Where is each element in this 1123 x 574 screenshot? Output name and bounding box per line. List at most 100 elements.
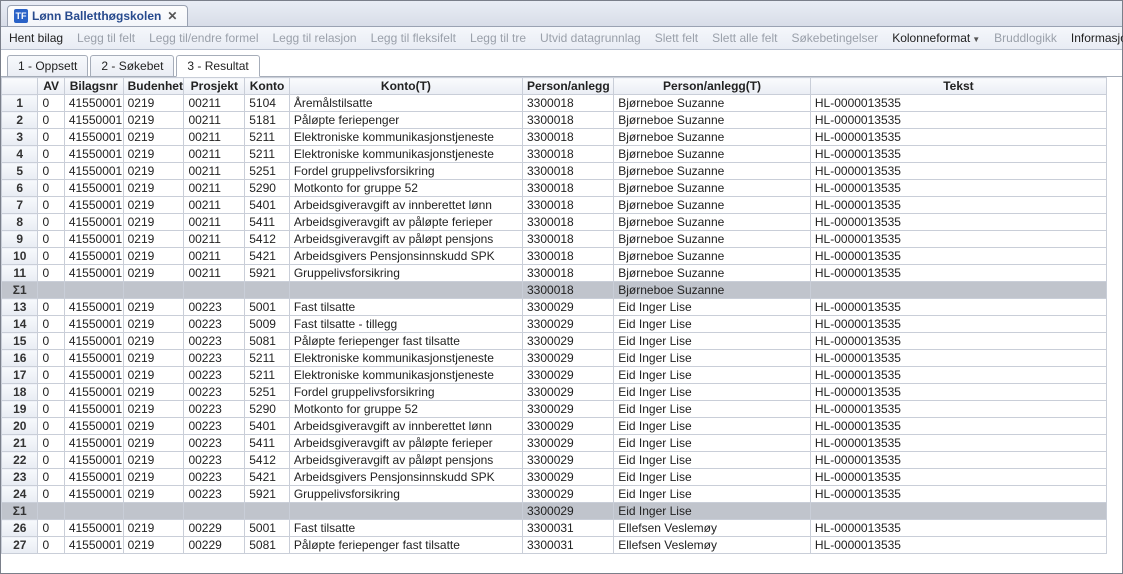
cell[interactable]: Elektroniske kommunikasjonstjeneste bbox=[289, 350, 522, 367]
cell[interactable]: Gruppelivsforsikring bbox=[289, 486, 522, 503]
table-row[interactable]: 230415500010219002235421Arbeidsgivers Pe… bbox=[2, 469, 1107, 486]
cell[interactable]: Fast tilsatte - tillegg bbox=[289, 316, 522, 333]
table-row[interactable]: 60415500010219002115290Motkonto for grup… bbox=[2, 180, 1107, 197]
cell[interactable] bbox=[64, 282, 123, 299]
cell[interactable]: 0 bbox=[38, 384, 64, 401]
cell[interactable]: 3300018 bbox=[523, 163, 614, 180]
view-tab[interactable]: 3 - Resultat bbox=[176, 55, 259, 77]
cell[interactable]: 0219 bbox=[123, 95, 184, 112]
cell[interactable]: 3300031 bbox=[523, 520, 614, 537]
cell[interactable]: 41550001 bbox=[64, 197, 123, 214]
cell[interactable]: 5009 bbox=[245, 316, 290, 333]
cell[interactable]: 3300029 bbox=[523, 299, 614, 316]
row-header[interactable]: 13 bbox=[2, 299, 38, 316]
cell[interactable]: HL-0000013535 bbox=[810, 333, 1106, 350]
cell[interactable]: 3300018 bbox=[523, 146, 614, 163]
cell[interactable]: 3300029 bbox=[523, 384, 614, 401]
cell[interactable]: HL-0000013535 bbox=[810, 452, 1106, 469]
cell[interactable]: Arbeidsgivers Pensjonsinnskudd SPK bbox=[289, 248, 522, 265]
cell[interactable]: 0219 bbox=[123, 520, 184, 537]
cell[interactable]: 3300018 bbox=[523, 129, 614, 146]
cell[interactable]: 3300029 bbox=[523, 418, 614, 435]
cell[interactable]: 3300018 bbox=[523, 282, 614, 299]
cell[interactable]: 00229 bbox=[184, 537, 245, 554]
toolbar-button[interactable]: Kolonneformat▼ bbox=[892, 31, 980, 45]
cell[interactable]: 0 bbox=[38, 418, 64, 435]
table-row[interactable]: 20415500010219002115181Påløpte feriepeng… bbox=[2, 112, 1107, 129]
cell[interactable]: 0 bbox=[38, 350, 64, 367]
cell[interactable]: 5290 bbox=[245, 401, 290, 418]
cell[interactable]: 41550001 bbox=[64, 214, 123, 231]
row-header[interactable]: 15 bbox=[2, 333, 38, 350]
cell[interactable]: 0 bbox=[38, 401, 64, 418]
cell[interactable]: 0219 bbox=[123, 486, 184, 503]
cell[interactable]: 41550001 bbox=[64, 520, 123, 537]
cell[interactable]: 5211 bbox=[245, 367, 290, 384]
cell[interactable]: 0 bbox=[38, 163, 64, 180]
cell[interactable]: 0 bbox=[38, 486, 64, 503]
cell[interactable]: 5290 bbox=[245, 180, 290, 197]
row-header[interactable]: 27 bbox=[2, 537, 38, 554]
cell[interactable] bbox=[289, 282, 522, 299]
table-row[interactable]: 170415500010219002235211Elektroniske kom… bbox=[2, 367, 1107, 384]
cell[interactable] bbox=[123, 503, 184, 520]
cell[interactable]: 00211 bbox=[184, 180, 245, 197]
row-header[interactable]: 20 bbox=[2, 418, 38, 435]
cell[interactable]: HL-0000013535 bbox=[810, 163, 1106, 180]
cell[interactable]: 41550001 bbox=[64, 231, 123, 248]
row-header[interactable]: 23 bbox=[2, 469, 38, 486]
cell[interactable]: 5412 bbox=[245, 231, 290, 248]
cell[interactable]: 5081 bbox=[245, 333, 290, 350]
cell[interactable]: 0 bbox=[38, 112, 64, 129]
cell[interactable]: 41550001 bbox=[64, 265, 123, 282]
cell[interactable]: Bjørneboe Suzanne bbox=[614, 282, 811, 299]
column-header[interactable]: Bilagsnr bbox=[64, 78, 123, 95]
cell[interactable]: HL-0000013535 bbox=[810, 180, 1106, 197]
cell[interactable]: 41550001 bbox=[64, 435, 123, 452]
corner-header[interactable] bbox=[2, 78, 38, 95]
cell[interactable]: HL-0000013535 bbox=[810, 435, 1106, 452]
cell[interactable]: 0219 bbox=[123, 180, 184, 197]
cell[interactable]: 00211 bbox=[184, 265, 245, 282]
cell[interactable]: Arbeidsgiveravgift av innberettet lønn bbox=[289, 197, 522, 214]
cell[interactable]: Eid Inger Lise bbox=[614, 316, 811, 333]
cell[interactable]: 3300029 bbox=[523, 452, 614, 469]
cell[interactable]: Bjørneboe Suzanne bbox=[614, 231, 811, 248]
cell[interactable] bbox=[38, 282, 64, 299]
cell[interactable]: 41550001 bbox=[64, 129, 123, 146]
cell[interactable]: 41550001 bbox=[64, 418, 123, 435]
row-header[interactable]: 8 bbox=[2, 214, 38, 231]
cell[interactable]: Fordel gruppelivsforsikring bbox=[289, 163, 522, 180]
cell[interactable]: 00223 bbox=[184, 418, 245, 435]
cell[interactable]: 3300018 bbox=[523, 197, 614, 214]
cell[interactable]: HL-0000013535 bbox=[810, 197, 1106, 214]
cell[interactable]: Fast tilsatte bbox=[289, 299, 522, 316]
row-header[interactable]: 19 bbox=[2, 401, 38, 418]
cell[interactable]: 5211 bbox=[245, 129, 290, 146]
cell[interactable]: 0 bbox=[38, 367, 64, 384]
cell[interactable]: 0 bbox=[38, 146, 64, 163]
cell[interactable] bbox=[810, 282, 1106, 299]
cell[interactable]: 0219 bbox=[123, 265, 184, 282]
cell[interactable]: 00229 bbox=[184, 520, 245, 537]
cell[interactable]: Eid Inger Lise bbox=[614, 299, 811, 316]
cell[interactable]: 5401 bbox=[245, 197, 290, 214]
cell[interactable]: 0219 bbox=[123, 452, 184, 469]
cell[interactable]: 41550001 bbox=[64, 95, 123, 112]
cell[interactable]: 0219 bbox=[123, 129, 184, 146]
cell[interactable]: HL-0000013535 bbox=[810, 95, 1106, 112]
row-header[interactable]: 16 bbox=[2, 350, 38, 367]
cell[interactable]: 0 bbox=[38, 248, 64, 265]
cell[interactable]: 0 bbox=[38, 214, 64, 231]
cell[interactable]: 0219 bbox=[123, 231, 184, 248]
cell[interactable]: 5251 bbox=[245, 384, 290, 401]
cell[interactable]: 0219 bbox=[123, 418, 184, 435]
cell[interactable]: Fast tilsatte bbox=[289, 520, 522, 537]
cell[interactable]: HL-0000013535 bbox=[810, 248, 1106, 265]
cell[interactable]: 5411 bbox=[245, 435, 290, 452]
cell[interactable]: Åremålstilsatte bbox=[289, 95, 522, 112]
cell[interactable]: Eid Inger Lise bbox=[614, 333, 811, 350]
row-header[interactable]: 9 bbox=[2, 231, 38, 248]
cell[interactable]: Arbeidsgivers Pensjonsinnskudd SPK bbox=[289, 469, 522, 486]
cell[interactable]: 5412 bbox=[245, 452, 290, 469]
